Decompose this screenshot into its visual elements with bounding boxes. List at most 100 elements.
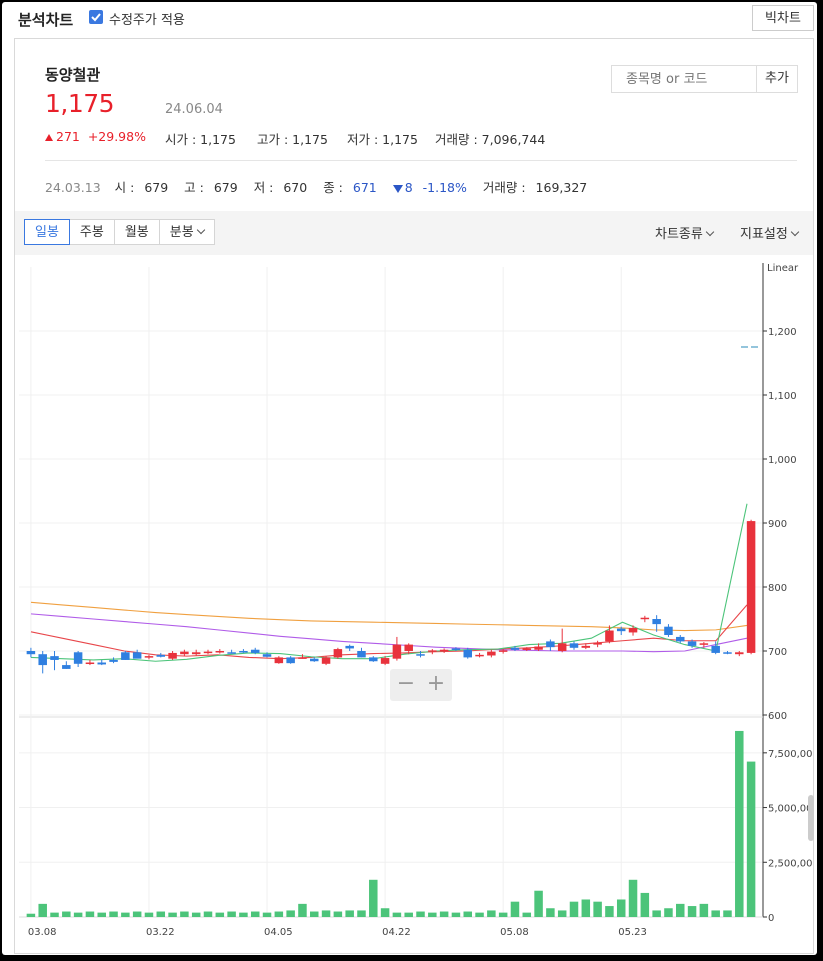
volume-bar <box>156 911 166 917</box>
volume-bar <box>26 913 36 917</box>
volume-bar <box>428 912 437 917</box>
candle-body <box>510 647 520 650</box>
candle-body <box>687 641 697 646</box>
open-price: 시가 : 1,175 <box>165 129 236 148</box>
candle-body <box>369 657 378 662</box>
x-tick-label: 05.23 <box>618 927 647 938</box>
add-button[interactable]: 추가 <box>756 65 798 93</box>
candle-body <box>97 662 106 665</box>
chart-area[interactable]: 1,200 1,100 1,000 900 800 700 600 Linear 7,500,0… <box>15 255 817 955</box>
candle-body <box>475 654 484 657</box>
indicator-settings-label: 지표설정 <box>740 227 788 242</box>
candle-body <box>723 652 732 654</box>
x-tick-label: 04.05 <box>264 927 293 938</box>
up-arrow-icon <box>45 134 53 141</box>
price-volume-chart[interactable]: 1,200 1,100 1,000 900 800 700 600 Linear 7,500,0… <box>15 255 817 955</box>
chevron-down-icon <box>790 227 800 237</box>
hover-close: 종 : 671 <box>323 180 383 195</box>
candle-body <box>451 648 461 650</box>
chart-toolbar: 일봉 주봉 월봉 분봉 차트종류 지표설정 <box>15 211 813 255</box>
chart-type-dropdown[interactable]: 차트종류 <box>655 223 715 242</box>
hover-volume-value: 169,327 <box>535 180 588 195</box>
indicator-settings-dropdown[interactable]: 지표설정 <box>740 223 800 242</box>
volume-bar <box>345 910 354 917</box>
candle-body <box>357 651 366 658</box>
volume-bar <box>333 911 343 917</box>
candle-body <box>310 658 319 662</box>
candle-body <box>392 644 402 659</box>
adjusted-price-label[interactable]: 수정주가 적용 <box>109 9 185 28</box>
candle-body <box>640 617 650 620</box>
volume-bar <box>652 910 661 917</box>
volume-bar <box>380 908 390 917</box>
scroll-handle[interactable] <box>808 795 814 841</box>
volume-total: 거래량 : 7,096,744 <box>435 129 545 148</box>
candle-body <box>85 662 95 665</box>
volume-tick-label: 2,500,000 <box>768 858 813 869</box>
tab-daily[interactable]: 일봉 <box>24 219 70 245</box>
price-change: 271 +29.98% <box>45 129 146 144</box>
candle-body <box>250 649 260 653</box>
hover-open-label: 시 : <box>114 180 139 195</box>
stock-search-input[interactable] <box>611 65 757 93</box>
ma-line <box>30 601 748 632</box>
top-bar: 분석차트 수정주가 적용 빅차트 <box>2 2 817 38</box>
volume-bar <box>404 912 413 917</box>
volume-bar <box>286 910 295 917</box>
volume-bar <box>298 903 307 917</box>
tab-minute[interactable]: 분봉 <box>158 219 215 245</box>
candle-body <box>699 643 709 645</box>
volume-bar <box>487 910 496 917</box>
adjusted-price-checkbox[interactable] <box>89 10 103 24</box>
volume-bar <box>262 912 272 917</box>
volume-bar <box>203 911 213 917</box>
tab-monthly[interactable]: 월봉 <box>113 219 160 245</box>
candle-body <box>262 654 272 657</box>
volume-bar <box>676 903 685 917</box>
volume-bar <box>357 910 366 917</box>
volume-bar <box>180 911 189 917</box>
ma-line <box>30 503 748 662</box>
volume-bar <box>616 899 626 917</box>
high-price: 고가 : 1,175 <box>257 129 328 148</box>
hover-low-value: 670 <box>283 180 308 195</box>
candle-body <box>463 649 472 658</box>
candle-body <box>487 651 496 656</box>
down-triangle-icon <box>392 184 403 193</box>
zoom-out-button[interactable]: − <box>393 672 419 698</box>
candle-body <box>215 651 225 653</box>
zoom-in-button[interactable]: + <box>423 672 449 698</box>
hover-low: 저 : 670 <box>254 180 314 195</box>
price-tick-label: 1,000 <box>768 455 797 466</box>
candle-body <box>569 643 579 648</box>
candle-body <box>203 651 213 654</box>
crosshair-info: 24.03.13 시 : 679 고 : 679 저 : 670 종 : 671… <box>45 177 599 196</box>
hover-date: 24.03.13 <box>45 180 101 195</box>
volume-label: 거래량 : <box>435 132 482 147</box>
volume-bar <box>557 910 567 917</box>
big-chart-button[interactable]: 빅차트 <box>752 5 814 31</box>
price-tick-label: 800 <box>768 583 787 594</box>
hover-change-amount: 8 <box>404 180 413 195</box>
hover-open-value: 679 <box>144 180 169 195</box>
volume-bar <box>735 730 744 917</box>
hover-volume-label: 거래량 : <box>482 180 530 195</box>
change-percent: +29.98% <box>87 129 146 144</box>
current-price: 1,175 <box>45 89 115 118</box>
volume-bar <box>664 908 673 917</box>
price-tick-label: 1,200 <box>768 327 797 338</box>
volume-bar <box>50 912 59 917</box>
stock-name: 동양철관 <box>45 66 101 84</box>
candle-body <box>380 658 390 664</box>
candle-body <box>652 619 661 625</box>
candle-body <box>227 652 236 654</box>
volume-bar <box>628 879 638 917</box>
candle-body <box>38 654 47 666</box>
volume-tick-label: 7,500,000 <box>768 749 813 760</box>
low-value: 1,175 <box>382 132 418 147</box>
chart-type-label: 차트종류 <box>655 227 703 242</box>
candle-body <box>616 628 626 632</box>
tab-weekly[interactable]: 주봉 <box>68 219 115 245</box>
volume-bar <box>215 912 225 917</box>
candle-body <box>333 649 343 658</box>
